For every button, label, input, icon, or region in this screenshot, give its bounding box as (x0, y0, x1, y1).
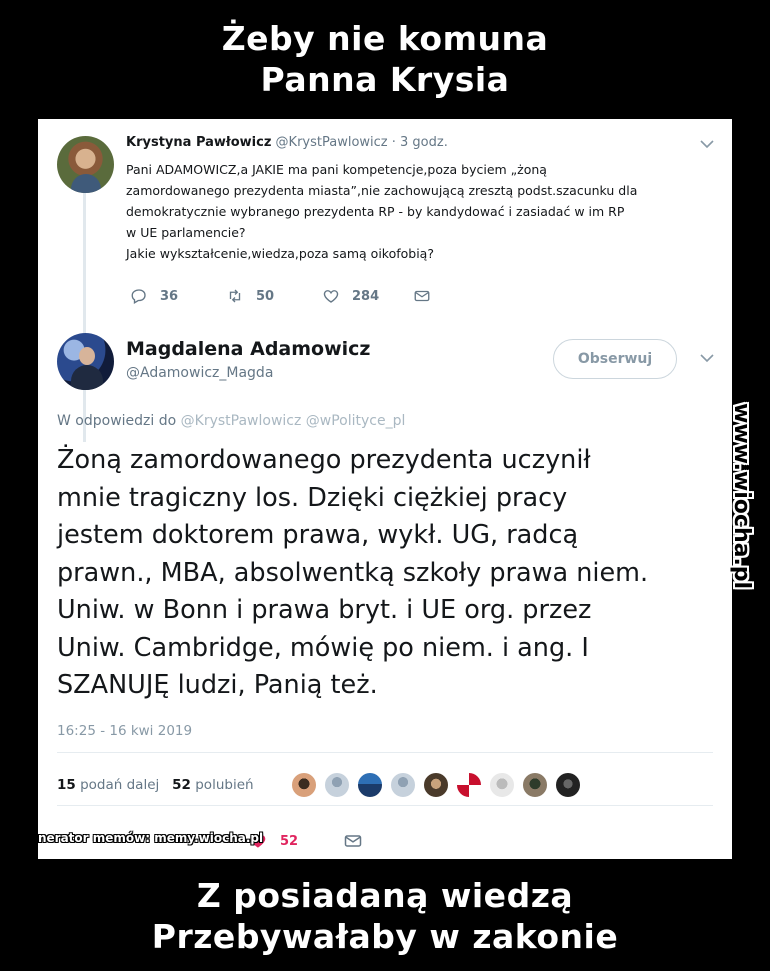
reply-tweet-text: Pani ADAMOWICZ,a JAKIE ma pani kompetenc… (126, 159, 716, 264)
like-button[interactable]: 284 (322, 287, 379, 305)
reply-text-line: w UE parlamencie? (126, 225, 246, 240)
like-count: 284 (352, 288, 380, 304)
tweet-timestamp[interactable]: 16:25 - 16 kwi 2019 (57, 723, 192, 739)
top-caption: Żeby nie komuna Panna Krysia (0, 18, 770, 100)
divider (57, 805, 713, 806)
bottom-caption-line1: Z posiadaną wiedzą (196, 876, 574, 915)
liker-avatar[interactable] (389, 771, 417, 799)
reply-count: 36 (160, 288, 179, 304)
message-button[interactable] (413, 287, 431, 305)
bottom-caption-line2: Przebywałaby w zakonie (151, 917, 619, 956)
thread-line (83, 192, 86, 442)
main-text-line: Żoną zamordowanego prezydenta uczynił (57, 445, 591, 475)
reply-time[interactable]: · 3 godz. (392, 135, 448, 150)
retweet-button[interactable]: 50 (226, 287, 274, 305)
reply-tweet-header: Krystyna Pawłowicz @KrystPawlowicz · 3 g… (126, 135, 448, 150)
reply-prefix: W odpowiedzi do (57, 413, 177, 429)
divider (57, 752, 713, 753)
reply-text-line: demokratycznie wybranego prezydenta RP -… (126, 204, 625, 219)
likes-count[interactable]: 52 (172, 777, 191, 793)
liker-avatar[interactable] (554, 771, 582, 799)
main-text-line: Uniw. w Bonn i prawa bryt. i UE org. prz… (57, 595, 592, 625)
message-button[interactable] (343, 831, 363, 855)
heart-icon (323, 290, 339, 303)
heart-count: 52 (280, 833, 299, 849)
liker-avatar[interactable] (521, 771, 549, 799)
reply-text-line: zamordowanego prezydenta miasta”,nie zac… (126, 183, 638, 198)
reply-text-line: Jakie wykształcenie,wiedza,poza samą oik… (126, 246, 434, 261)
liker-avatar[interactable] (323, 771, 351, 799)
main-author-handle[interactable]: @Adamowicz_Magda (126, 365, 273, 381)
bottom-caption: Z posiadaną wiedzą Przebywałaby w zakoni… (0, 875, 770, 957)
main-author-name[interactable]: Magdalena Adamowicz (126, 338, 370, 360)
reply-author-handle[interactable]: @KrystPawlowicz (276, 135, 388, 150)
retweet-icon (229, 289, 241, 303)
retweets-count[interactable]: 15 (57, 777, 76, 793)
retweets-label[interactable]: podań dalej (80, 777, 159, 793)
tweet-stats: 15 podań dalej 52 polubień (57, 777, 254, 793)
liker-avatar[interactable] (422, 771, 450, 799)
liker-avatar[interactable] (488, 771, 516, 799)
chevron-down-icon[interactable] (700, 351, 714, 367)
retweet-count: 50 (256, 288, 275, 304)
chevron-down-icon[interactable] (700, 137, 714, 153)
site-watermark-text: www.wiocha.pl (729, 403, 754, 590)
reply-icon (131, 289, 146, 304)
reply-mentions[interactable]: @KrystPawlowicz @wPolityce_pl (181, 413, 406, 429)
avatar-magdalena[interactable] (57, 333, 114, 390)
main-text-line: Uniw. Cambridge, mówię po niem. i ang. I (57, 632, 589, 663)
liker-avatar[interactable] (290, 771, 318, 799)
liker-avatar[interactable] (455, 771, 483, 799)
reply-context: W odpowiedzi do @KrystPawlowicz @wPolity… (57, 413, 405, 429)
generator-watermark: Generator memów: memy.wiocha.pl (38, 831, 264, 845)
envelope-icon (344, 835, 362, 847)
reply-text-line: Pani ADAMOWICZ,a JAKIE ma pani kompetenc… (126, 162, 547, 177)
main-text-line: prawn., MBA, absolwentką szkoły prawa ni… (57, 557, 649, 588)
reply-button[interactable]: 36 (130, 287, 178, 305)
main-text-line: SZANUJĘ ludzi, Panią też. (57, 670, 378, 700)
avatar-krystyna[interactable] (57, 136, 114, 193)
site-watermark: www.wiocha.pl (722, 403, 758, 589)
top-caption-line2: Panna Krysia (260, 60, 510, 99)
reply-author-name[interactable]: Krystyna Pawłowicz (126, 135, 271, 150)
likes-label[interactable]: polubień (195, 777, 253, 793)
top-caption-line1: Żeby nie komuna (221, 19, 549, 58)
liker-avatar[interactable] (356, 771, 384, 799)
envelope-icon (414, 290, 430, 302)
liker-avatars (290, 771, 582, 799)
main-text-line: jestem doktorem prawa, wykł. UG, radcą (57, 520, 579, 550)
follow-button[interactable]: Obserwuj (553, 339, 677, 379)
main-text-line: mnie tragiczny los. Dzięki ciężkiej prac… (57, 482, 568, 513)
tweet-screenshot: Krystyna Pawłowicz @KrystPawlowicz · 3 g… (38, 119, 732, 859)
main-tweet-text: Żoną zamordowanego prezydenta uczynił mn… (57, 442, 717, 705)
